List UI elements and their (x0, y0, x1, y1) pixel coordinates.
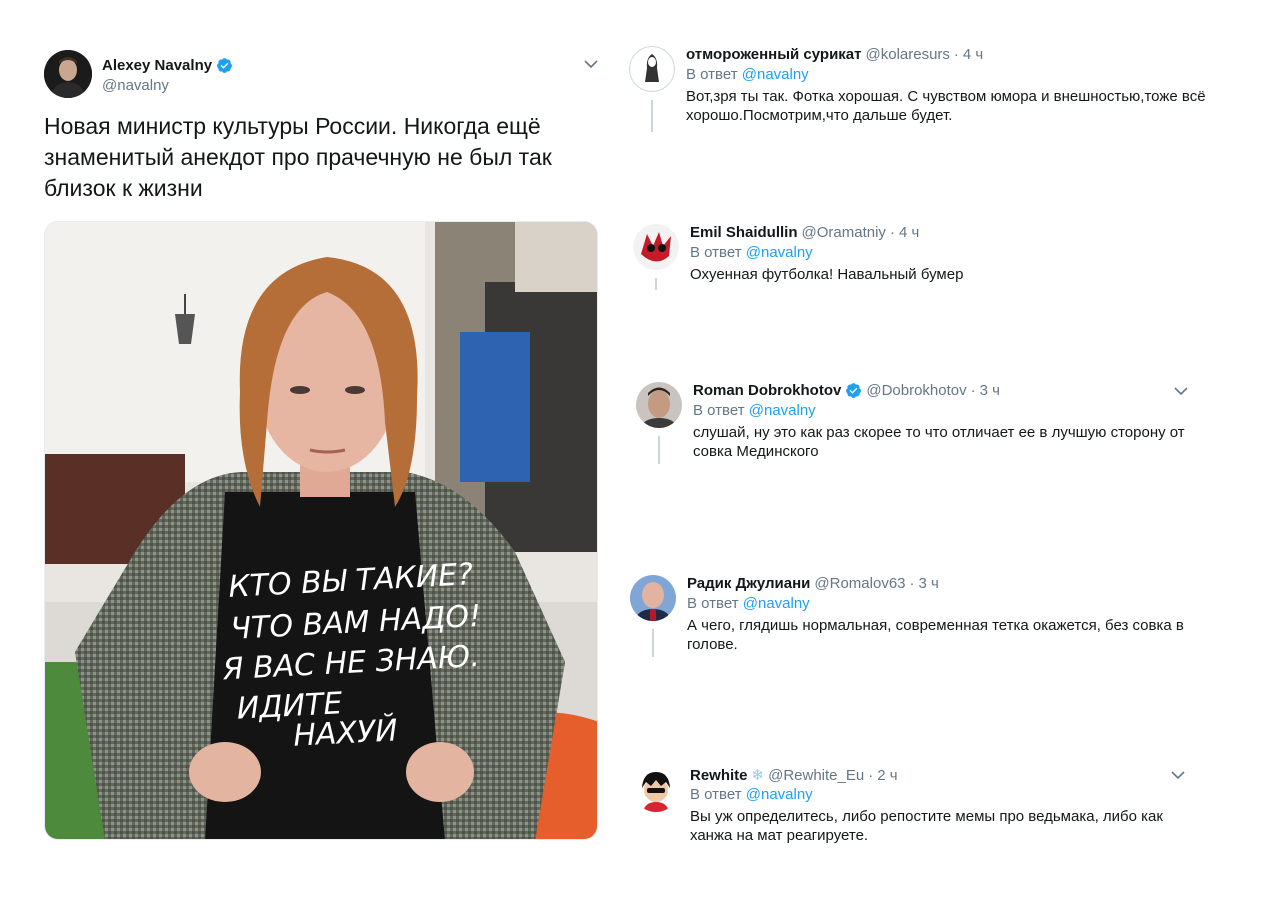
author-name[interactable]: Alexey Navalny (102, 57, 212, 74)
reply-to-prefix: В ответ (690, 786, 742, 803)
chevron-down-icon[interactable] (584, 58, 598, 71)
reply-to-line: В ответ @navalny (693, 402, 816, 419)
reply-to-line: В ответ @navalny (690, 244, 813, 261)
author-name-row: Alexey Navalny (102, 57, 233, 74)
reply-author-handle[interactable]: @kolaresurs (866, 46, 950, 63)
tweet-text: Новая министр культуры России. Никогда е… (44, 113, 552, 201)
reply-to-prefix: В ответ (693, 402, 745, 419)
reply-to-line: В ответ @navalny (686, 66, 809, 83)
avatar[interactable] (633, 224, 679, 270)
reply-header: отмороженный сурикат @kolaresurs · 4 ч (686, 46, 983, 63)
avatar[interactable] (630, 575, 676, 621)
reply-author-name[interactable]: Emil Shaidullin (690, 224, 798, 241)
reply-timestamp[interactable]: 3 ч (919, 575, 939, 592)
reply-text: Вот,зря ты так. Фотка хорошая. С чувство… (686, 88, 1206, 124)
reply-text: слушай, ну это как раз скорее то что отл… (693, 424, 1185, 460)
reply-author-name[interactable]: Roman Dobrokhotov (693, 382, 841, 399)
avatar[interactable] (44, 50, 92, 98)
reply-header: Радик Джулиани @Romalov63 · 3 ч (687, 575, 939, 592)
separator-dot: · (889, 224, 895, 241)
chevron-down-icon[interactable] (1171, 769, 1185, 782)
reply-header: Rewhite ❄ @Rewhite_Eu · 2 ч (690, 766, 898, 785)
separator-dot: · (868, 766, 874, 784)
reply-to-prefix: В ответ (686, 66, 738, 83)
reply-to-mention[interactable]: @navalny (742, 66, 809, 83)
reply-to-prefix: В ответ (690, 244, 742, 261)
reply-header: Emil Shaidullin @Oramatniy · 4 ч (690, 224, 919, 241)
verified-badge-icon (845, 382, 862, 399)
reply-to-mention[interactable]: @navalny (743, 595, 810, 612)
avatar[interactable] (633, 766, 679, 812)
author-handle[interactable]: @navalny (102, 77, 169, 94)
reply-timestamp[interactable]: 4 ч (899, 224, 919, 241)
reply-to-mention[interactable]: @navalny (746, 244, 813, 261)
avatar[interactable] (636, 382, 682, 428)
separator-dot: · (909, 575, 915, 592)
reply-tweet[interactable]: Roman Dobrokhotov @Dobrokhotov · 3 ч В о… (636, 382, 1196, 472)
reply-author-handle[interactable]: @Rewhite_Eu (768, 767, 864, 784)
reply-header: Roman Dobrokhotov @Dobrokhotov · 3 ч (693, 382, 1000, 399)
snowflake-icon: ❄ (751, 767, 765, 784)
reply-author-handle[interactable]: @Romalov63 (814, 575, 905, 592)
reply-to-mention[interactable]: @navalny (746, 786, 813, 803)
verified-badge-icon (216, 57, 233, 74)
separator-dot: · (953, 46, 959, 63)
reply-to-mention[interactable]: @navalny (749, 402, 816, 419)
chevron-down-icon[interactable] (1174, 385, 1188, 398)
reply-timestamp[interactable]: 4 ч (963, 46, 983, 63)
reply-author-handle[interactable]: @Oramatniy (802, 224, 886, 241)
reply-to-prefix: В ответ (687, 595, 739, 612)
reply-tweet[interactable]: Rewhite ❄ @Rewhite_Eu · 2 ч В ответ @nava… (633, 766, 1193, 856)
main-tweet: Alexey Navalny @navalny Новая министр ку… (44, 50, 604, 204)
reply-tweet[interactable]: Радик Джулиани @Romalov63 · 3 ч В ответ … (630, 575, 1230, 665)
reply-tweet[interactable]: Emil Shaidullin @Oramatniy · 4 ч В ответ… (633, 224, 1233, 304)
reply-tweet[interactable]: отмороженный сурикат @kolaresurs · 4 ч В… (629, 46, 1229, 146)
reply-text: Охуенная футболка! Навальный бумер (690, 266, 964, 283)
reply-timestamp[interactable]: 2 ч (877, 767, 897, 784)
reply-author-name[interactable]: Радик Джулиани (687, 575, 810, 592)
reply-to-line: В ответ @navalny (690, 786, 813, 803)
reply-author-handle[interactable]: @Dobrokhotov (866, 382, 966, 399)
reply-text: Вы уж определитесь, либо репостите мемы … (690, 808, 1163, 844)
main-tweet-header: Alexey Navalny @navalny (44, 50, 604, 100)
reply-text: А чего, глядишь нормальная, современная … (687, 617, 1184, 653)
shirt-text-line: НАХУЙ (292, 712, 398, 753)
reply-to-line: В ответ @navalny (687, 595, 810, 612)
separator-dot: · (970, 382, 976, 399)
reply-author-name[interactable]: Rewhite (690, 767, 748, 784)
tweet-photo[interactable]: КТО ВЫ ТАКИЕ? ЧТО ВАМ НАДО! Я ВАС НЕ ЗНА… (44, 221, 598, 840)
reply-timestamp[interactable]: 3 ч (980, 382, 1000, 399)
avatar[interactable] (629, 46, 675, 92)
reply-author-name[interactable]: отмороженный сурикат (686, 46, 862, 63)
